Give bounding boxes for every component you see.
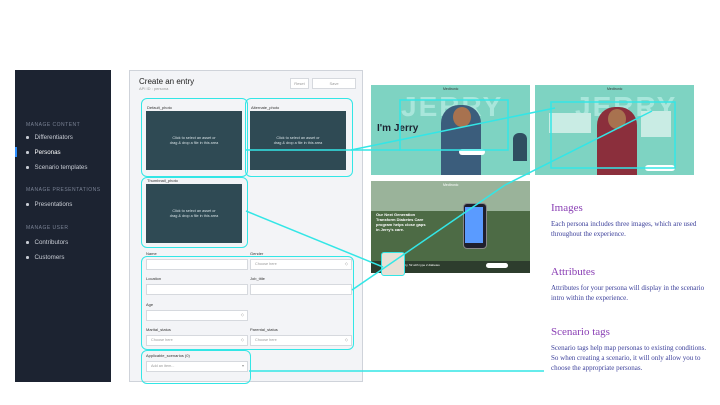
details-highlight-box [550, 101, 676, 169]
connector-attributes-b [504, 110, 653, 186]
annotation-heading-scenario-tags: Scenario tags [551, 326, 610, 338]
connector-thumbnail [245, 210, 384, 268]
annotation-body-attributes: Attributes for your persona will display… [551, 284, 705, 302]
connector-attributes-a [351, 184, 506, 291]
annotation-heading-images: Images [551, 202, 583, 214]
intro-highlight-box [399, 99, 509, 151]
connector-alternate-photo [350, 107, 556, 151]
annotation-body-images: Each persona includes three images, whic… [551, 220, 697, 238]
annotation-body-scenario-tags: Scenario tags help map personas to exist… [551, 344, 707, 372]
annotation-heading-attributes: Attributes [551, 266, 595, 278]
